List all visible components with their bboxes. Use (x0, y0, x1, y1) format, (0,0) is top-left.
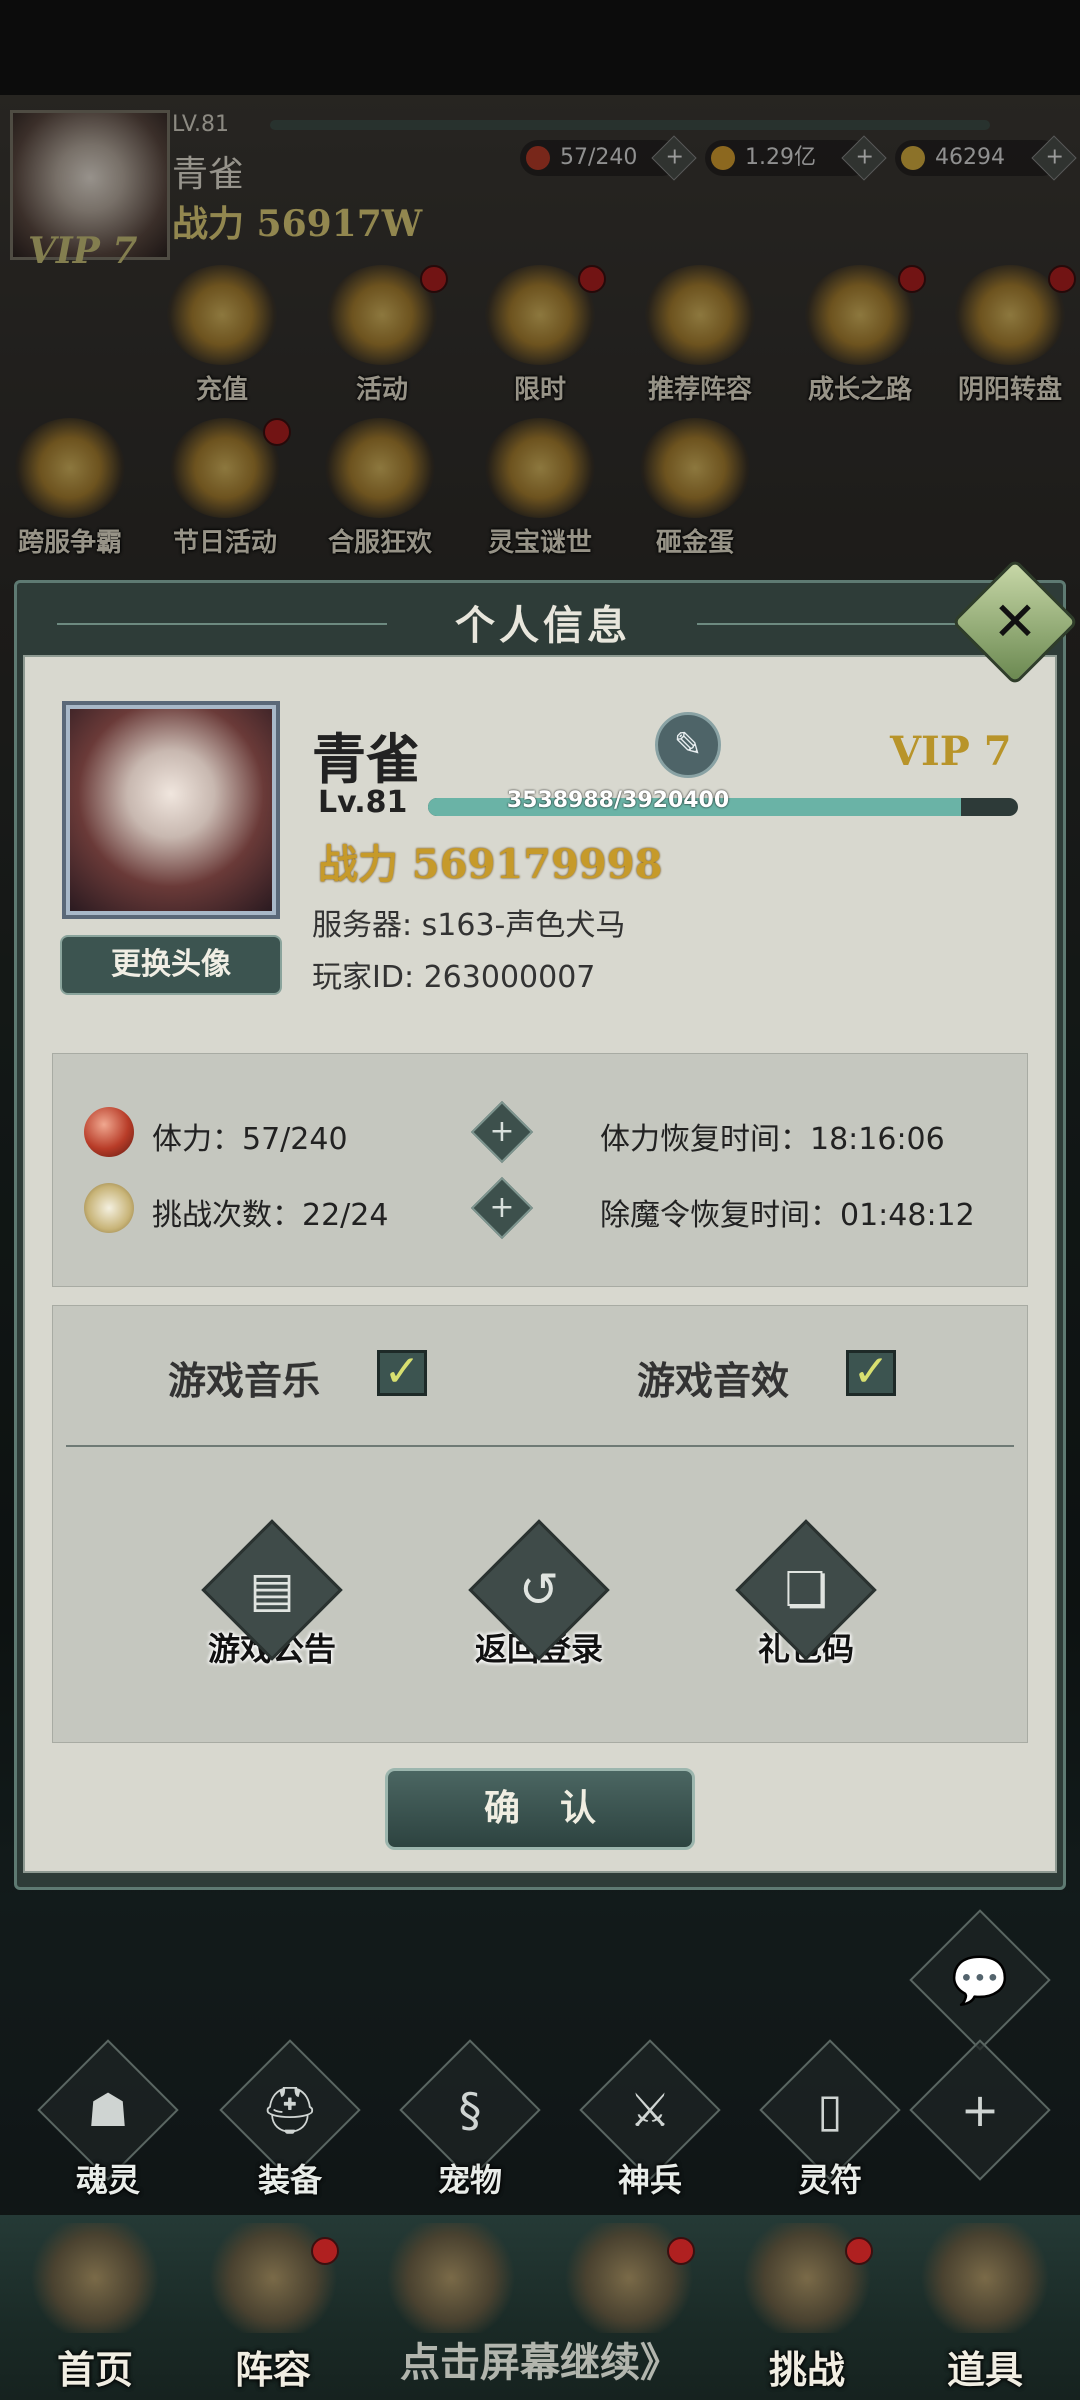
profile-player-id: 玩家ID: 263000007 (312, 960, 596, 995)
tap-to-continue-hint[interactable]: 点击屏幕继续》 (0, 2330, 1080, 2388)
plus-icon: + (960, 2083, 1000, 2137)
dialog-title: 个人信息 (455, 603, 631, 649)
exp-text: 3538988/3920400 (506, 788, 730, 813)
return-login-button[interactable]: ↺返回登录 (464, 1519, 614, 1670)
divine-weapon-label: 神兵 (617, 2161, 682, 2199)
close-icon: ✕ (992, 590, 1038, 653)
checkmark-icon: ✓ (852, 1346, 890, 1397)
stats-panel (52, 1053, 1028, 1287)
notification-dot (311, 2237, 339, 2265)
change-avatar-button[interactable]: 更换头像 (60, 935, 282, 995)
token-recover-time: 除魔令恢复时间：01:48:12 (600, 1198, 975, 1233)
confirm-button[interactable]: 确认 (385, 1768, 695, 1850)
pet-label: 宠物 (437, 2161, 502, 2199)
challenge-count: 挑战次数：22/24 (152, 1198, 389, 1233)
profile-power: 战力 569179998 (318, 841, 663, 888)
plus-icon: + (489, 1190, 515, 1225)
gift-code-button[interactable]: ❏礼包码 (731, 1519, 881, 1670)
pencil-icon: ✎ (673, 725, 703, 765)
pet-icon: § (458, 2083, 482, 2137)
return-icon: ↺ (518, 1562, 560, 1618)
profile-portrait (66, 705, 276, 915)
home-icon (30, 2223, 160, 2333)
sfx-checkbox[interactable]: ✓ (846, 1350, 896, 1396)
profile-server: 服务器: s163-声色犬马 (312, 908, 626, 943)
music-label: 游戏音乐 (168, 1359, 321, 1403)
talisman-label: 灵符 (797, 2161, 862, 2199)
challenge-token-icon (84, 1183, 134, 1233)
profile-name: 青雀 (312, 727, 420, 791)
edit-name-button[interactable]: ✎ (655, 712, 721, 778)
profile-level: Lv.81 (318, 785, 408, 820)
stamina-value: 体力：57/240 (152, 1122, 348, 1157)
plus-icon: + (489, 1114, 515, 1149)
music-checkbox[interactable]: ✓ (377, 1350, 427, 1396)
checkmark-icon: ✓ (383, 1346, 421, 1397)
divider (66, 1445, 1014, 1447)
announcement-button[interactable]: ▤游戏公告 (197, 1519, 347, 1670)
notification-dot (845, 2237, 873, 2265)
stamina-orb-icon (84, 1107, 134, 1157)
notice-icon: ▤ (249, 1562, 295, 1618)
chat-icon: 💬 (951, 1953, 1009, 2007)
profile-vip: VIP 7 (890, 728, 1012, 775)
bag-icon (920, 2223, 1050, 2333)
sword-icon: ⚔ (629, 2083, 671, 2137)
notification-dot (667, 2237, 695, 2265)
soul-icon: ☗ (87, 2083, 129, 2137)
equipment-label: 装备 (257, 2161, 322, 2199)
soul-label: 魂灵 (75, 2161, 140, 2199)
weapon-icon (386, 2223, 516, 2333)
stamina-recover-time: 体力恢复时间：18:16:06 (600, 1122, 945, 1157)
gift-code-icon: ❏ (784, 1562, 828, 1618)
sfx-label: 游戏音效 (637, 1359, 790, 1403)
game-screen: VIP 7 LV.81 青雀 战力 56917W 57/240 + 1.29亿 … (0, 0, 1080, 2400)
helmet-icon: ⛑ (260, 2083, 320, 2137)
talisman-icon: ▯ (817, 2083, 843, 2137)
